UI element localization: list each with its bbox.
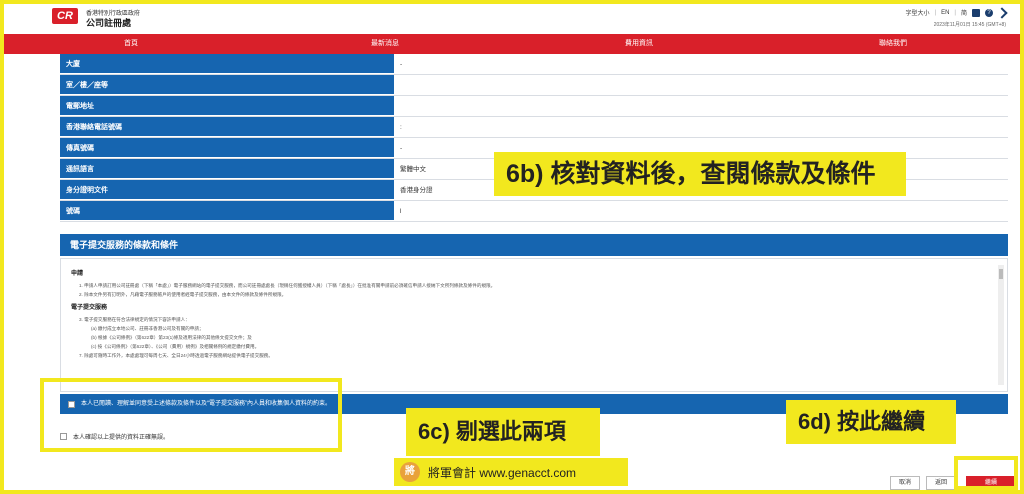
table-row: 大廈 - bbox=[60, 54, 1008, 75]
nav-news[interactable]: 最新消息 bbox=[258, 34, 512, 54]
main-nav: 首頁 最新消息 費用資訊 聯絡我們 bbox=[4, 34, 1020, 54]
nav-home[interactable]: 首頁 bbox=[4, 34, 258, 54]
terms-line: (a) 繳付成立本地公司、註冊非香港公司及有關的申請； bbox=[91, 326, 204, 331]
terms-line: 2. 除本文件另有訂明外，凡藉電子服務帳戶的使用者經電子提交服務，由本文件的條款… bbox=[79, 292, 287, 297]
field-value: : bbox=[400, 124, 402, 131]
field-label: 大廈 bbox=[60, 54, 394, 74]
font-size-link[interactable]: 字型大小 bbox=[906, 8, 930, 17]
field-label: 身分證明文件 bbox=[60, 180, 394, 200]
terms-title: 電子提交服務的條款和條件 bbox=[60, 234, 1008, 256]
cancel-button[interactable]: 取消 bbox=[890, 476, 920, 490]
terms-scrollbar[interactable] bbox=[998, 265, 1004, 385]
callout-6b: 6b) 核對資料後，查閱條款及條件 bbox=[494, 152, 906, 196]
continue-highlight bbox=[954, 456, 1018, 490]
field-label: 電郵地址 bbox=[60, 96, 394, 116]
terms-section-heading: 申請 bbox=[71, 271, 84, 277]
help-icon[interactable]: ? bbox=[985, 8, 993, 17]
cr-logo[interactable]: CR bbox=[52, 8, 78, 24]
applicant-details-table: 大廈 - 室／樓／座等 電郵地址 香港聯絡電話號碼 : 傳真號碼 - 通訊語言 … bbox=[60, 54, 1008, 222]
terms-section-heading: 電子提交服務 bbox=[71, 305, 108, 311]
table-row: 香港聯絡電話號碼 : bbox=[60, 117, 1008, 138]
field-label: 號碼 bbox=[60, 201, 394, 221]
field-value: l bbox=[400, 208, 402, 215]
checkbox-highlight bbox=[40, 378, 342, 452]
callout-6d: 6d) 按此繼續 bbox=[786, 400, 956, 444]
terms-line: (b) 根據《公司條例》（第622章）第23(1)條及適用法律的其他條文提交文件… bbox=[91, 335, 252, 340]
table-row: 室／樓／座等 bbox=[60, 75, 1008, 96]
terms-line: 7. 除處可隨時工作外，本處處理可每周七天、全日24小時透過電子服務網站提供電子… bbox=[79, 353, 273, 358]
share-icon[interactable] bbox=[996, 6, 1008, 19]
seal-icon: 將 bbox=[400, 462, 420, 482]
table-row: 電郵地址 bbox=[60, 96, 1008, 117]
table-row: 號碼 l bbox=[60, 201, 1008, 222]
terms-line: 3. 電子提交服務在符合法律規定的情況下容許申請人： bbox=[79, 317, 190, 322]
field-value bbox=[394, 75, 1008, 95]
terms-line: 1. 申請人申請訂用公司註冊處（下稱「本處」）電子服務網站的電子提交服務，而公司… bbox=[79, 283, 496, 288]
field-label: 傳真號碼 bbox=[60, 138, 394, 158]
watermark-text: 將軍會計 www.genacct.com bbox=[428, 465, 577, 480]
divider: | bbox=[934, 9, 937, 16]
scrollbar-thumb[interactable] bbox=[999, 269, 1003, 279]
terms-line: (c) 按《公司條例》（第622章）、《公司（費用）規例》及相關條例的規定繳付費… bbox=[91, 344, 260, 349]
field-label: 香港聯絡電話號碼 bbox=[60, 117, 394, 137]
field-label: 室／樓／座等 bbox=[60, 75, 394, 95]
header: CR 香港特別行政區政府 公司註冊處 字型大小 | EN | 简 ? 2023年… bbox=[4, 4, 1020, 34]
lang-sc-link[interactable]: 简 bbox=[961, 8, 967, 17]
nav-fees[interactable]: 費用資訊 bbox=[512, 34, 766, 54]
divider: | bbox=[954, 9, 956, 16]
back-button[interactable]: 返回 bbox=[926, 476, 956, 490]
nav-contact[interactable]: 聯絡我們 bbox=[766, 34, 1020, 54]
field-label: 通訊語言 bbox=[60, 159, 394, 179]
watermark: 將 將軍會計 www.genacct.com bbox=[394, 458, 628, 486]
utility-bar: 字型大小 | EN | 简 ? bbox=[906, 6, 1008, 19]
field-value bbox=[394, 96, 1008, 116]
terms-content[interactable]: 申請 1. 申請人申請訂用公司註冊處（下稱「本處」）電子服務網站的電子提交服務，… bbox=[60, 258, 1008, 392]
lang-en-link[interactable]: EN bbox=[941, 10, 949, 16]
org-name: 公司註冊處 bbox=[86, 18, 132, 28]
timestamp: 2023年11月01日 15:45 (GMT+8) bbox=[933, 22, 1006, 28]
callout-6c: 6c) 剔選此兩項 bbox=[406, 408, 600, 456]
field-value: - bbox=[400, 61, 403, 68]
print-icon[interactable] bbox=[972, 8, 980, 17]
